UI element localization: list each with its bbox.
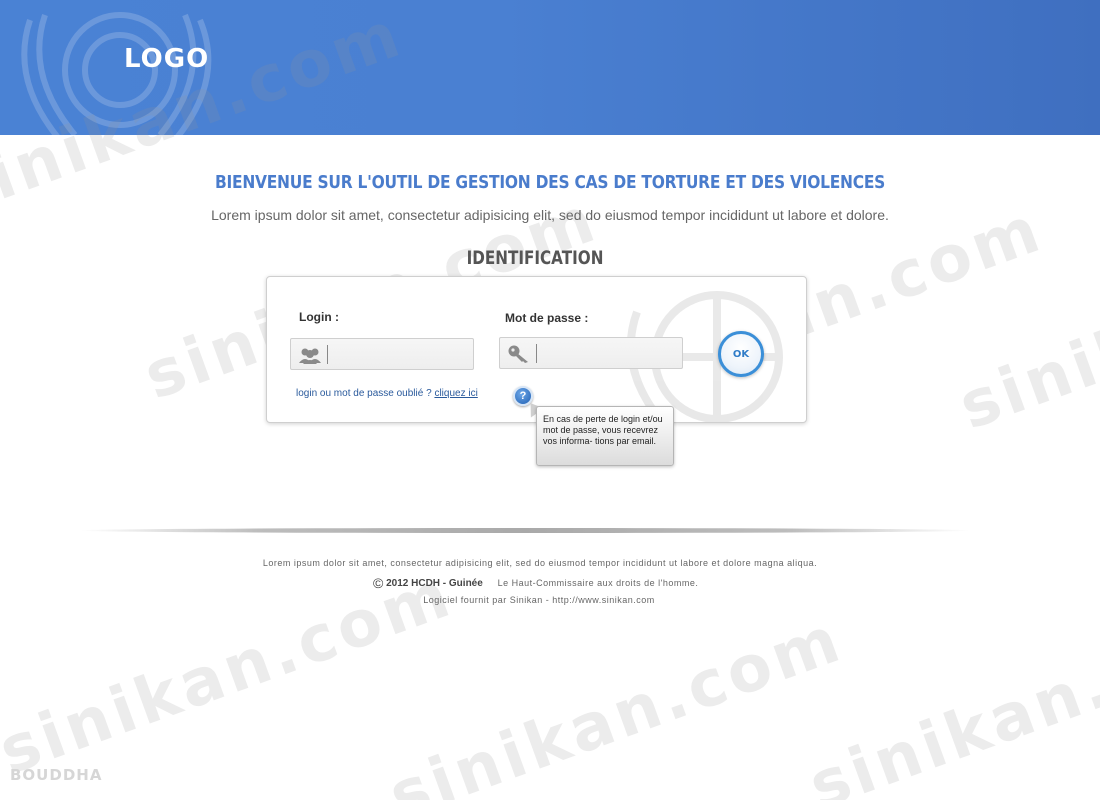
forgot-label: login ou mot de passe oublié ?: [296, 388, 435, 399]
footer-tagline: Le Haut-Commissaire aux droits de l'homm…: [497, 578, 699, 588]
intro-text: Lorem ipsum dolor sit amet, consectetur …: [211, 207, 889, 223]
copyright-owner: 2012 HCDH - Guinée: [386, 578, 483, 589]
header-banner: LOGO: [0, 0, 1100, 135]
users-icon: [299, 348, 321, 364]
signature: BOUDDHA: [10, 766, 103, 784]
forgot-password-text: login ou mot de passe oublié ? cliquez i…: [296, 388, 478, 399]
footer-credits: Logiciel fournit par Sinikan - http://ww…: [423, 595, 655, 605]
help-tooltip: En cas de perte de login et/ou mot de pa…: [536, 406, 674, 466]
password-field-wrapper[interactable]: [499, 337, 683, 369]
footer-copyright: © 2012 HCDH - Guinée Le Haut-Commissaire…: [373, 575, 698, 591]
logo[interactable]: LOGO: [124, 44, 209, 74]
watermark: sinikan.com: [0, 557, 463, 790]
footer-divider: [80, 528, 970, 533]
login-label: Login :: [299, 310, 339, 324]
page-title: BIENVENUE SUR L'OUTIL DE GESTION DES CAS…: [214, 172, 886, 193]
ok-button[interactable]: OK: [718, 331, 764, 377]
password-label: Mot de passe :: [505, 311, 589, 325]
copyright-icon: ©: [373, 575, 384, 591]
field-separator: [327, 345, 328, 364]
forgot-password-link[interactable]: cliquez ici: [434, 388, 477, 399]
watermark: sinikan.com: [380, 602, 853, 800]
key-icon: [508, 345, 528, 363]
login-input[interactable]: [331, 343, 469, 365]
watermark: sinikan.com: [800, 592, 1100, 800]
section-title: IDENTIFICATION: [466, 247, 604, 269]
field-separator: [536, 344, 537, 363]
watermark: sinikan.com: [950, 212, 1100, 445]
password-input[interactable]: [540, 342, 678, 364]
footer-description: Lorem ipsum dolor sit amet, consectetur …: [262, 558, 818, 568]
login-field-wrapper[interactable]: [290, 338, 474, 370]
